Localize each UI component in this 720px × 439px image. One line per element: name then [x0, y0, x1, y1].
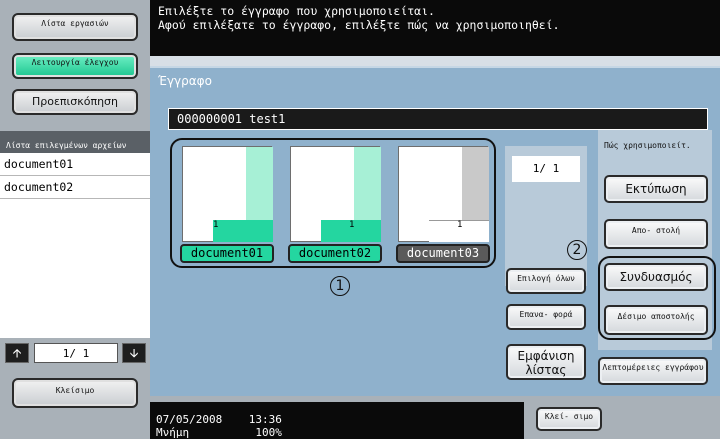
bind-tx-button[interactable]: Δέσιμο αποστολής: [604, 305, 708, 335]
page-indicator: 1/ 1: [512, 156, 580, 182]
memory-label: Μνήμη: [156, 426, 190, 439]
document-name: document02: [288, 244, 382, 263]
document-name: document03: [396, 244, 490, 263]
arrow-up-icon: 🡩: [12, 346, 22, 360]
print-button[interactable]: Εκτύπωση: [604, 175, 708, 203]
reset-button[interactable]: Επανα- φορά: [506, 304, 586, 330]
job-list-label: Λίστα εργασιών: [41, 19, 109, 28]
show-list-label: Εμφάνιση λίστας: [517, 349, 575, 377]
select-all-label: Επιλογή όλων: [517, 274, 575, 283]
preview-button[interactable]: Προεπισκόπηση: [12, 89, 138, 115]
document-tile[interactable]: 1 document02: [288, 146, 382, 266]
page-count: 1: [349, 220, 355, 230]
check-job-label: Λειτουργία έλεγχου: [31, 58, 119, 67]
preview-label: Προεπισκόπηση: [32, 95, 118, 108]
document-thumbnail: 1: [290, 146, 381, 242]
close-button[interactable]: Κλείσιμο: [12, 378, 138, 408]
callout-1: 1: [330, 276, 350, 296]
file-name: document02: [4, 180, 74, 194]
memory-value: 100%: [255, 426, 282, 439]
panel-title: Έγγραφο: [158, 74, 212, 88]
selected-files-header-text: Λίστα επιλεγμένων αρχείων: [6, 141, 127, 150]
arrow-down-icon: 🡫: [129, 346, 139, 360]
selected-files-header: Λίστα επιλεγμένων αρχείων: [0, 131, 150, 153]
page-indicator: 1/ 1: [34, 343, 118, 363]
status-date: 07/05/2008: [156, 413, 223, 426]
status-line-1: 07/05/2008 13:36: [156, 413, 518, 426]
box-name-bar: 000000001 test1: [168, 108, 708, 130]
footer-close-button[interactable]: Κλεί- σιμο: [536, 407, 602, 431]
combine-button[interactable]: Συνδυασμός: [604, 263, 708, 291]
reset-label: Επανα- φορά: [519, 310, 573, 319]
file-item[interactable]: document01: [0, 154, 150, 176]
page-count: 1: [457, 220, 463, 230]
document-name: document01: [180, 244, 274, 263]
callout-2: 2: [567, 240, 587, 260]
bind-tx-label: Δέσιμο αποστολής: [617, 312, 695, 321]
job-list-button[interactable]: Λίστα εργασιών: [12, 13, 138, 41]
select-all-button[interactable]: Επιλογή όλων: [506, 268, 586, 294]
document-thumbnail: 1: [398, 146, 489, 242]
file-name: document01: [4, 157, 74, 171]
message-area: Επιλέξτε το έγγραφο που χρησιμοποιείται.…: [150, 0, 720, 56]
document-tile[interactable]: 1 document03: [396, 146, 490, 266]
document-details-button[interactable]: Λεπτομέρειες εγγράφου: [598, 357, 708, 385]
message-line-2: Αφού επιλέξατε το έγγραφο, επιλέξτε πώς …: [158, 18, 560, 32]
close-label: Κλείσιμο: [55, 386, 95, 395]
file-item[interactable]: document02: [0, 177, 150, 199]
send-button[interactable]: Απο- στολή: [604, 219, 708, 249]
show-list-button[interactable]: Εμφάνιση λίστας: [506, 344, 586, 380]
usage-header: Πώς χρησιμοποιείτ.: [604, 141, 691, 150]
document-thumbnail: 1: [182, 146, 273, 242]
send-label: Απο- στολή: [631, 226, 681, 235]
status-line-2: Μνήμη 100%: [156, 426, 518, 439]
document-details-label: Λεπτομέρειες εγγράφου: [602, 363, 704, 372]
document-tile[interactable]: 1 document01: [180, 146, 274, 266]
footer-close-label: Κλεί- σιμο: [544, 412, 594, 421]
status-area: 07/05/2008 13:36 Μνήμη 100%: [150, 402, 524, 439]
check-job-button[interactable]: Λειτουργία έλεγχου: [12, 53, 138, 79]
status-time: 13:36: [248, 413, 282, 426]
page-up-button[interactable]: 🡩: [5, 343, 29, 363]
page-count: 1: [213, 220, 219, 230]
print-label: Εκτύπωση: [625, 182, 687, 196]
page-down-button[interactable]: 🡫: [122, 343, 146, 363]
combine-label: Συνδυασμός: [619, 270, 693, 284]
message-line-1: Επιλέξτε το έγγραφο που χρησιμοποιείται.: [158, 4, 435, 18]
